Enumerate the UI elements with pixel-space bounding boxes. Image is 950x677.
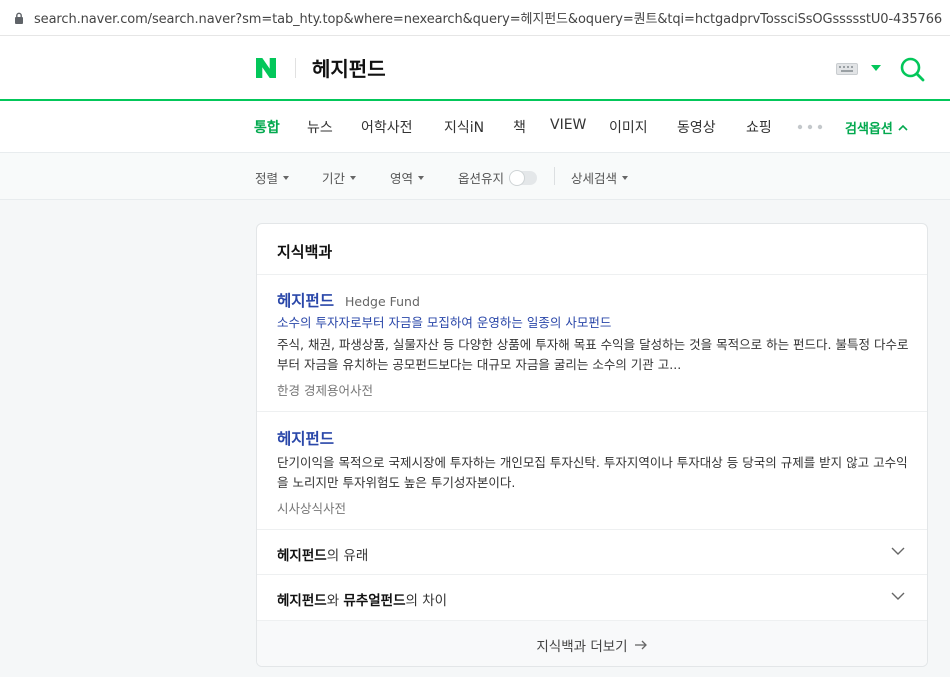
entry-title[interactable]: 헤지펀드 [277,289,334,311]
tab-books[interactable]: 책 [513,117,526,137]
caret-down-icon [622,175,629,180]
more-tabs-icon[interactable] [797,124,823,130]
header-divider [295,58,296,78]
entry-body: 단기이익을 목적으로 국제시장에 투자하는 개인모집 투자신탁. 투자지역이나 … [277,455,908,490]
keep-option-label: 옵션유지 [458,171,505,186]
chevron-up-icon [898,124,908,131]
caret-down-icon [418,175,425,180]
fold-item-origin[interactable]: 헤지펀드의 유래 [257,530,927,575]
keyboard-icon[interactable] [836,63,858,75]
search-header: 헤지펀드 [0,36,950,101]
naver-logo[interactable] [254,56,278,80]
sort-filter[interactable]: 정렬 [255,168,290,187]
search-icon[interactable] [899,56,925,82]
search-filters: 정렬 기간 영역 옵션유지 상세검색 [0,153,950,200]
toggle-switch[interactable] [509,169,538,186]
tab-integrated[interactable]: 통합 [254,117,280,137]
tab-shopping[interactable]: 쇼핑 [746,117,772,137]
lock-icon [15,12,23,24]
tab-images[interactable]: 이미지 [609,117,648,137]
entry-body: 주식, 채권, 파생상품, 실물자산 등 다양한 상품에 투자해 목표 수익을 … [277,337,909,372]
keyboard-dropdown-icon[interactable] [871,65,881,71]
fold-item-label: 헤지펀드의 유래 [277,548,369,564]
caret-down-icon [350,175,357,180]
area-label: 영역 [390,171,414,186]
card-title: 지식백과 [277,243,333,261]
detail-search-filter[interactable]: 상세검색 [571,168,629,187]
divider [257,411,927,412]
address-bar[interactable]: search.naver.com/search.naver?sm=tab_hty… [0,0,950,36]
arrow-right-icon [634,640,647,649]
period-label: 기간 [322,171,346,186]
chevron-down-icon [891,547,905,555]
more-encyclopedia-button[interactable]: 지식백과 더보기 [257,620,927,666]
sort-label: 정렬 [255,171,279,186]
divider [257,274,927,275]
keep-option-toggle[interactable]: 옵션유지 [458,168,538,187]
period-filter[interactable]: 기간 [322,168,357,187]
search-options-label: 검색옵션 [845,122,893,137]
entry-source[interactable]: 한경 경제용어사전 [277,380,373,399]
fold-item-label: 헤지펀드와 뮤추얼펀드의 차이 [277,593,448,609]
entry-title[interactable]: 헤지펀드 [277,427,334,449]
tab-videos[interactable]: 동영상 [677,117,716,137]
tab-view[interactable]: VIEW [550,117,586,133]
encyclopedia-card: 지식백과 헤지펀드 Hedge Fund 소수의 투자자로부터 자금을 모집하여… [256,223,928,667]
entry-source[interactable]: 시사상식사전 [277,498,346,517]
tab-news[interactable]: 뉴스 [307,117,333,137]
detail-search-label: 상세검색 [571,171,618,186]
area-filter[interactable]: 영역 [390,168,425,187]
tab-kin[interactable]: 지식iN [444,117,484,137]
chevron-down-icon [891,592,905,600]
fold-item-difference[interactable]: 헤지펀드와 뮤추얼펀드의 차이 [257,575,927,620]
url-text[interactable]: search.naver.com/search.naver?sm=tab_hty… [34,8,942,27]
more-label: 지식백과 더보기 [536,638,628,655]
filter-divider [554,167,555,185]
tab-dictionary[interactable]: 어학사전 [361,117,413,137]
search-tabs: 통합 뉴스 어학사전 지식iN 책 VIEW 이미지 동영상 쇼핑 검색옵션 [0,101,950,153]
caret-down-icon [283,175,290,180]
search-options-button[interactable]: 검색옵션 [845,118,908,137]
entry-english-term: Hedge Fund [345,294,420,309]
search-query[interactable]: 헤지펀드 [312,53,386,82]
entry-subtitle[interactable]: 소수의 투자자로부터 자금을 모집하여 운영하는 일종의 사모펀드 [277,312,611,331]
